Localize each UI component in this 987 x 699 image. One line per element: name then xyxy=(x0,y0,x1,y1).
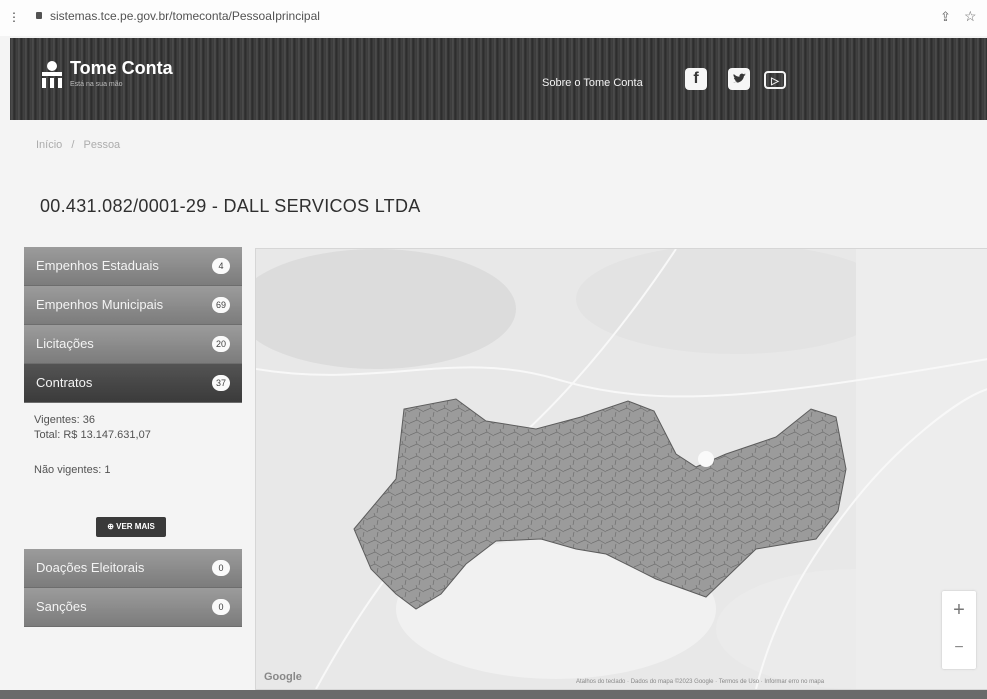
logo-icon[interactable] xyxy=(40,60,64,90)
ver-mais-button[interactable]: ⊕ VER MAIS xyxy=(96,517,166,537)
twitter-icon[interactable] xyxy=(728,68,750,90)
breadcrumb-inicio[interactable]: Início xyxy=(36,139,62,151)
browser-address-bar: ⋮ sistemas.tce.pe.gov.br/tomeconta/Pesso… xyxy=(0,0,987,36)
menu-doacoes-eleitorais[interactable]: Doações Eleitorais 0 xyxy=(24,549,242,588)
google-logo: Google xyxy=(264,671,302,683)
zoom-out-button[interactable]: − xyxy=(942,639,976,657)
lock-icon xyxy=(36,12,42,19)
page-title: 00.431.082/0001-29 - DALL SERVICOS LTDA xyxy=(40,196,421,216)
menu-item-label: Empenhos Estaduais xyxy=(36,258,159,273)
vigentes-text: Vigentes: 36 xyxy=(34,414,95,426)
count-badge: 37 xyxy=(212,375,230,391)
sidebar-menu-bottom: Doações Eleitorais 0 Sanções 0 xyxy=(24,549,242,627)
menu-item-label: Sanções xyxy=(36,599,87,614)
menu-item-label: Licitações xyxy=(36,336,94,351)
youtube-icon[interactable]: ▷ xyxy=(764,71,786,89)
plus-icon: ⊕ xyxy=(107,522,114,531)
site-header: Tome Conta Está na sua mão Sobre o Tome … xyxy=(10,38,987,120)
logo-subtitle: Está na sua mão xyxy=(70,81,123,88)
contracts-details: Vigentes: 36 Total: R$ 13.147.631,07 Não… xyxy=(34,413,151,478)
menu-empenhos-municipais[interactable]: Empenhos Municipais 69 xyxy=(24,286,242,325)
menu-item-label: Doações Eleitorais xyxy=(36,560,145,575)
menu-item-label: Contratos xyxy=(36,375,93,390)
map-canvas xyxy=(256,249,987,689)
count-badge: 20 xyxy=(212,336,230,352)
menu-sancoes[interactable]: Sanções 0 xyxy=(24,588,242,627)
total-text: Total: R$ 13.147.631,07 xyxy=(34,429,151,441)
logo-title[interactable]: Tome Conta xyxy=(70,58,173,79)
bookmark-star-icon[interactable]: ☆ xyxy=(964,8,977,25)
count-badge: 0 xyxy=(212,560,230,576)
menu-contratos[interactable]: Contratos 37 xyxy=(24,364,242,403)
nav-sobre-link[interactable]: Sobre o Tome Conta xyxy=(542,77,643,89)
map-attribution[interactable]: Atalhos do teclado · Dados do mapa ©2023… xyxy=(576,679,824,685)
url-text[interactable]: sistemas.tce.pe.gov.br/tomeconta/PessoaI… xyxy=(50,9,320,23)
count-badge: 69 xyxy=(212,297,230,313)
share-icon[interactable]: ⇪ xyxy=(940,9,951,25)
breadcrumb-separator: / xyxy=(71,139,75,151)
menu-item-label: Empenhos Municipais xyxy=(36,297,164,312)
zoom-controls: + − xyxy=(942,591,976,669)
facebook-icon[interactable]: f xyxy=(685,68,707,90)
nao-vigentes-text: Não vigentes: 1 xyxy=(34,464,111,476)
zoom-in-button[interactable]: + xyxy=(942,599,976,622)
count-badge: 0 xyxy=(212,599,230,615)
map-view[interactable]: + − Google Atalhos do teclado · Dados do… xyxy=(255,248,987,690)
breadcrumb-pessoa: Pessoa xyxy=(83,139,121,151)
count-badge: 4 xyxy=(212,258,230,274)
breadcrumb: Início / Pessoa xyxy=(36,139,126,151)
menu-empenhos-estaduais[interactable]: Empenhos Estaduais 4 xyxy=(24,247,242,286)
page-footer xyxy=(0,690,987,699)
menu-dots-icon[interactable]: ⋮ xyxy=(8,10,20,24)
sidebar-menu: Empenhos Estaduais 4 Empenhos Municipais… xyxy=(24,247,242,403)
menu-licitacoes[interactable]: Licitações 20 xyxy=(24,325,242,364)
ver-mais-label: VER MAIS xyxy=(116,522,155,531)
